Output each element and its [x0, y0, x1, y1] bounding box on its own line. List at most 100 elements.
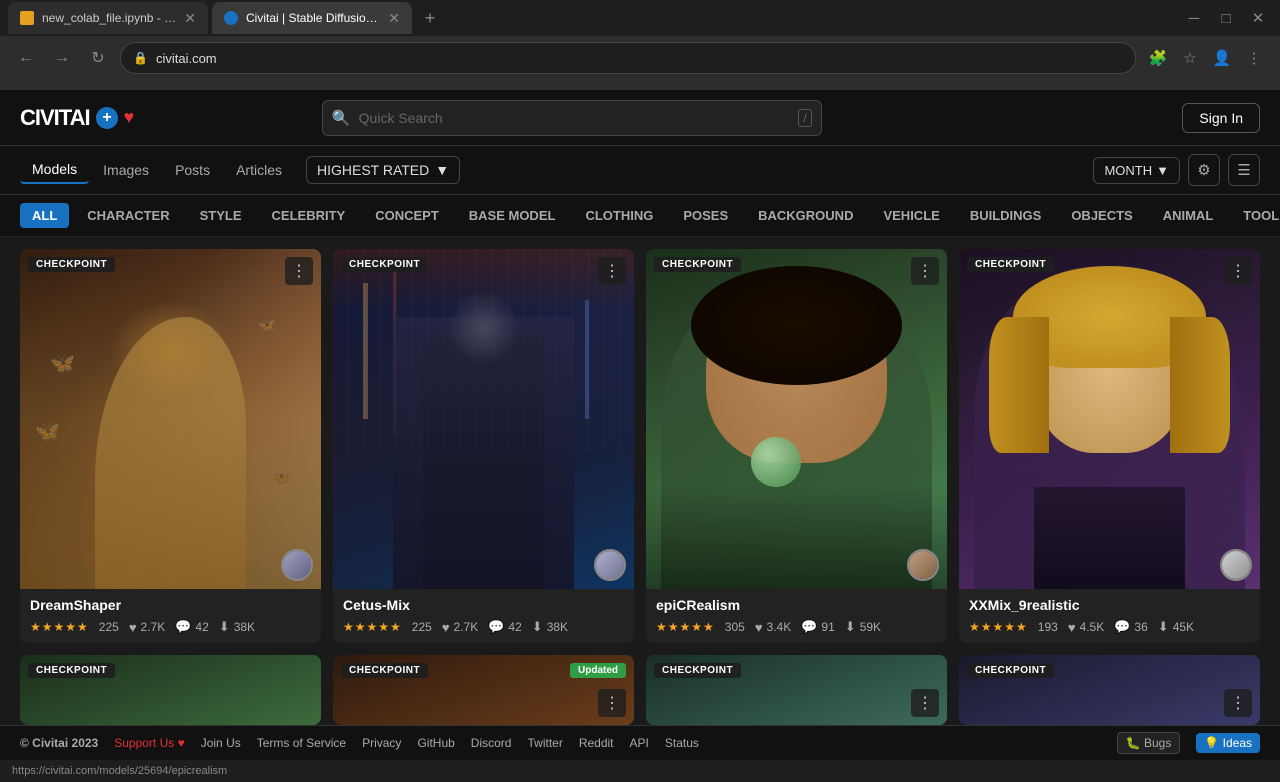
profile-button[interactable]: 👤 — [1208, 44, 1236, 72]
browser-tab-jupyter[interactable]: new_colab_file.ipynb - Collabora... ✕ — [8, 2, 208, 34]
card-likes-4: ♥ 4.5K — [1068, 620, 1104, 635]
category-character[interactable]: CHARACTER — [75, 203, 181, 228]
bottom-card-4[interactable]: CHECKPOINT ⋮ — [959, 655, 1260, 725]
period-dropdown[interactable]: MONTH ▼ — [1093, 157, 1180, 184]
tab-images[interactable]: Images — [91, 156, 161, 184]
model-card-epicrealism[interactable]: CHECKPOINT ⋮ epiCRealism ★★★★★ 305 ♥ 3.4… — [646, 249, 947, 643]
lock-icon: 🔒 — [133, 51, 148, 65]
checkpoint-badge-3: CHECKPOINT — [654, 257, 741, 272]
bottom-card-menu-2[interactable]: ⋮ — [598, 689, 626, 717]
card-avatar-1 — [281, 549, 313, 581]
period-label: MONTH — [1104, 163, 1152, 178]
checkpoint-badge-1: CHECKPOINT — [28, 257, 115, 272]
category-animal[interactable]: ANIMAL — [1151, 203, 1226, 228]
category-poses[interactable]: POSES — [671, 203, 740, 228]
support-link[interactable]: Support Us ♥ — [114, 736, 185, 750]
search-icon: 🔍 — [332, 109, 351, 127]
filter-button[interactable]: ⚙ — [1188, 154, 1220, 186]
category-concept[interactable]: CONCEPT — [363, 203, 451, 228]
model-card-dreamshaper[interactable]: 🦋 🦋 🦋 🦋 CHECKPOINT ⋮ DreamShaper ★★★★★ 2… — [20, 249, 321, 643]
card-title-epicrealism: epiCRealism — [656, 597, 937, 613]
category-celebrity[interactable]: CELEBRITY — [260, 203, 358, 228]
menu-button[interactable]: ⋮ — [1240, 44, 1268, 72]
card-menu-button-1[interactable]: ⋮ — [285, 257, 313, 285]
card-likes-1: ♥ 2.7K — [129, 620, 165, 635]
tab-close-jupyter[interactable]: ✕ — [184, 10, 196, 27]
tab-models[interactable]: Models — [20, 156, 89, 184]
bottom-badge-2: CHECKPOINT — [341, 663, 428, 678]
api-link[interactable]: API — [630, 736, 649, 750]
model-card-cetus-mix[interactable]: CHECKPOINT ⋮ Cetus-Mix ★★★★★ 225 ♥ 2.7K … — [333, 249, 634, 643]
comment-icon-4: 💬 — [1114, 619, 1130, 635]
category-clothing[interactable]: CLOTHING — [573, 203, 665, 228]
minimize-button[interactable]: ─ — [1180, 4, 1208, 32]
category-base-model[interactable]: BASE MODEL — [457, 203, 568, 228]
status-link[interactable]: Status — [665, 736, 699, 750]
card-footer-xxmix: XXMix_9realistic ★★★★★ 193 ♥ 4.5K 💬 36 ⬇… — [959, 589, 1260, 643]
logo-heart-icon[interactable]: ♥ — [124, 107, 134, 128]
twitter-link[interactable]: Twitter — [527, 736, 562, 750]
bottom-card-3[interactable]: CHECKPOINT ⋮ — [646, 655, 947, 725]
extensions-button[interactable]: 🧩 — [1144, 44, 1172, 72]
card-stats-epicrealism: ★★★★★ 305 ♥ 3.4K 💬 91 ⬇ 59K — [656, 619, 937, 635]
download-icon-4: ⬇ — [1158, 619, 1169, 635]
bottom-card-1[interactable]: CHECKPOINT — [20, 655, 321, 725]
tab-posts[interactable]: Posts — [163, 156, 222, 184]
period-chevron-icon: ▼ — [1156, 163, 1169, 178]
sign-in-button[interactable]: Sign In — [1182, 103, 1260, 133]
card-menu-button-4[interactable]: ⋮ — [1224, 257, 1252, 285]
bottom-card-2[interactable]: CHECKPOINT Updated ⋮ — [333, 655, 634, 725]
logo-plus-icon[interactable]: + — [96, 107, 118, 129]
bottom-card-menu-3[interactable]: ⋮ — [911, 689, 939, 717]
tab-articles[interactable]: Articles — [224, 156, 294, 184]
category-tool[interactable]: TOOL — [1231, 203, 1280, 228]
checkpoint-badge-2: CHECKPOINT — [341, 257, 428, 272]
category-style[interactable]: STYLE — [188, 203, 254, 228]
card-menu-button-2[interactable]: ⋮ — [598, 257, 626, 285]
browser-tab-civitai[interactable]: Civitai | Stable Diffusion models... ✕ — [212, 2, 412, 34]
updated-badge-2: Updated — [570, 663, 626, 678]
privacy-link[interactable]: Privacy — [362, 736, 401, 750]
card-rating-count-1: 225 — [99, 620, 119, 634]
sort-dropdown[interactable]: HIGHEST RATED ▼ — [306, 156, 460, 184]
layout-button[interactable]: ☰ — [1228, 154, 1260, 186]
ideas-button[interactable]: 💡 Ideas — [1196, 733, 1260, 753]
bottom-card-menu-4[interactable]: ⋮ — [1224, 689, 1252, 717]
back-button[interactable]: ← — [12, 44, 40, 72]
card-avatar-3 — [907, 549, 939, 581]
category-objects[interactable]: OBJECTS — [1059, 203, 1144, 228]
card-comments-3: 💬 91 — [801, 619, 835, 635]
category-all[interactable]: ALL — [20, 203, 69, 228]
star-button[interactable]: ☆ — [1176, 44, 1204, 72]
discord-link[interactable]: Discord — [471, 736, 512, 750]
card-downloads-1: ⬇ 38K — [219, 619, 255, 635]
card-stats-cetus: ★★★★★ 225 ♥ 2.7K 💬 42 ⬇ 38K — [343, 619, 624, 635]
card-stats-xxmix: ★★★★★ 193 ♥ 4.5K 💬 36 ⬇ 45K — [969, 619, 1250, 635]
search-input[interactable] — [322, 100, 822, 136]
terms-link[interactable]: Terms of Service — [257, 736, 346, 750]
close-button[interactable]: ✕ — [1244, 4, 1272, 32]
category-buildings[interactable]: BUILDINGS — [958, 203, 1054, 228]
logo[interactable]: CIVITAI + ♥ — [20, 105, 133, 131]
browser-tabs: new_colab_file.ipynb - Collabora... ✕ Ci… — [0, 0, 1280, 36]
card-stars-1: ★★★★★ — [30, 620, 89, 634]
comment-icon-1: 💬 — [175, 619, 191, 635]
bottom-badge-4: CHECKPOINT — [967, 663, 1054, 678]
category-background[interactable]: BACKGROUND — [746, 203, 865, 228]
sort-label: HIGHEST RATED — [317, 162, 429, 178]
card-menu-button-3[interactable]: ⋮ — [911, 257, 939, 285]
refresh-button[interactable]: ↻ — [84, 44, 112, 72]
new-tab-button[interactable]: + — [416, 4, 444, 32]
github-link[interactable]: GitHub — [417, 736, 454, 750]
download-icon-3: ⬇ — [845, 619, 856, 635]
maximize-button[interactable]: □ — [1212, 4, 1240, 32]
tab-close-civitai[interactable]: ✕ — [388, 10, 400, 27]
join-link[interactable]: Join Us — [201, 736, 241, 750]
category-vehicle[interactable]: VEHICLE — [871, 203, 951, 228]
forward-button[interactable]: → — [48, 44, 76, 72]
model-card-xxmix[interactable]: CHECKPOINT ⋮ XXMix_9realistic ★★★★★ 193 … — [959, 249, 1260, 643]
address-bar[interactable]: 🔒 civitai.com — [120, 42, 1136, 74]
reddit-link[interactable]: Reddit — [579, 736, 614, 750]
bugs-button[interactable]: 🐛 Bugs — [1117, 732, 1181, 754]
card-image-epicrealism: CHECKPOINT ⋮ — [646, 249, 947, 589]
